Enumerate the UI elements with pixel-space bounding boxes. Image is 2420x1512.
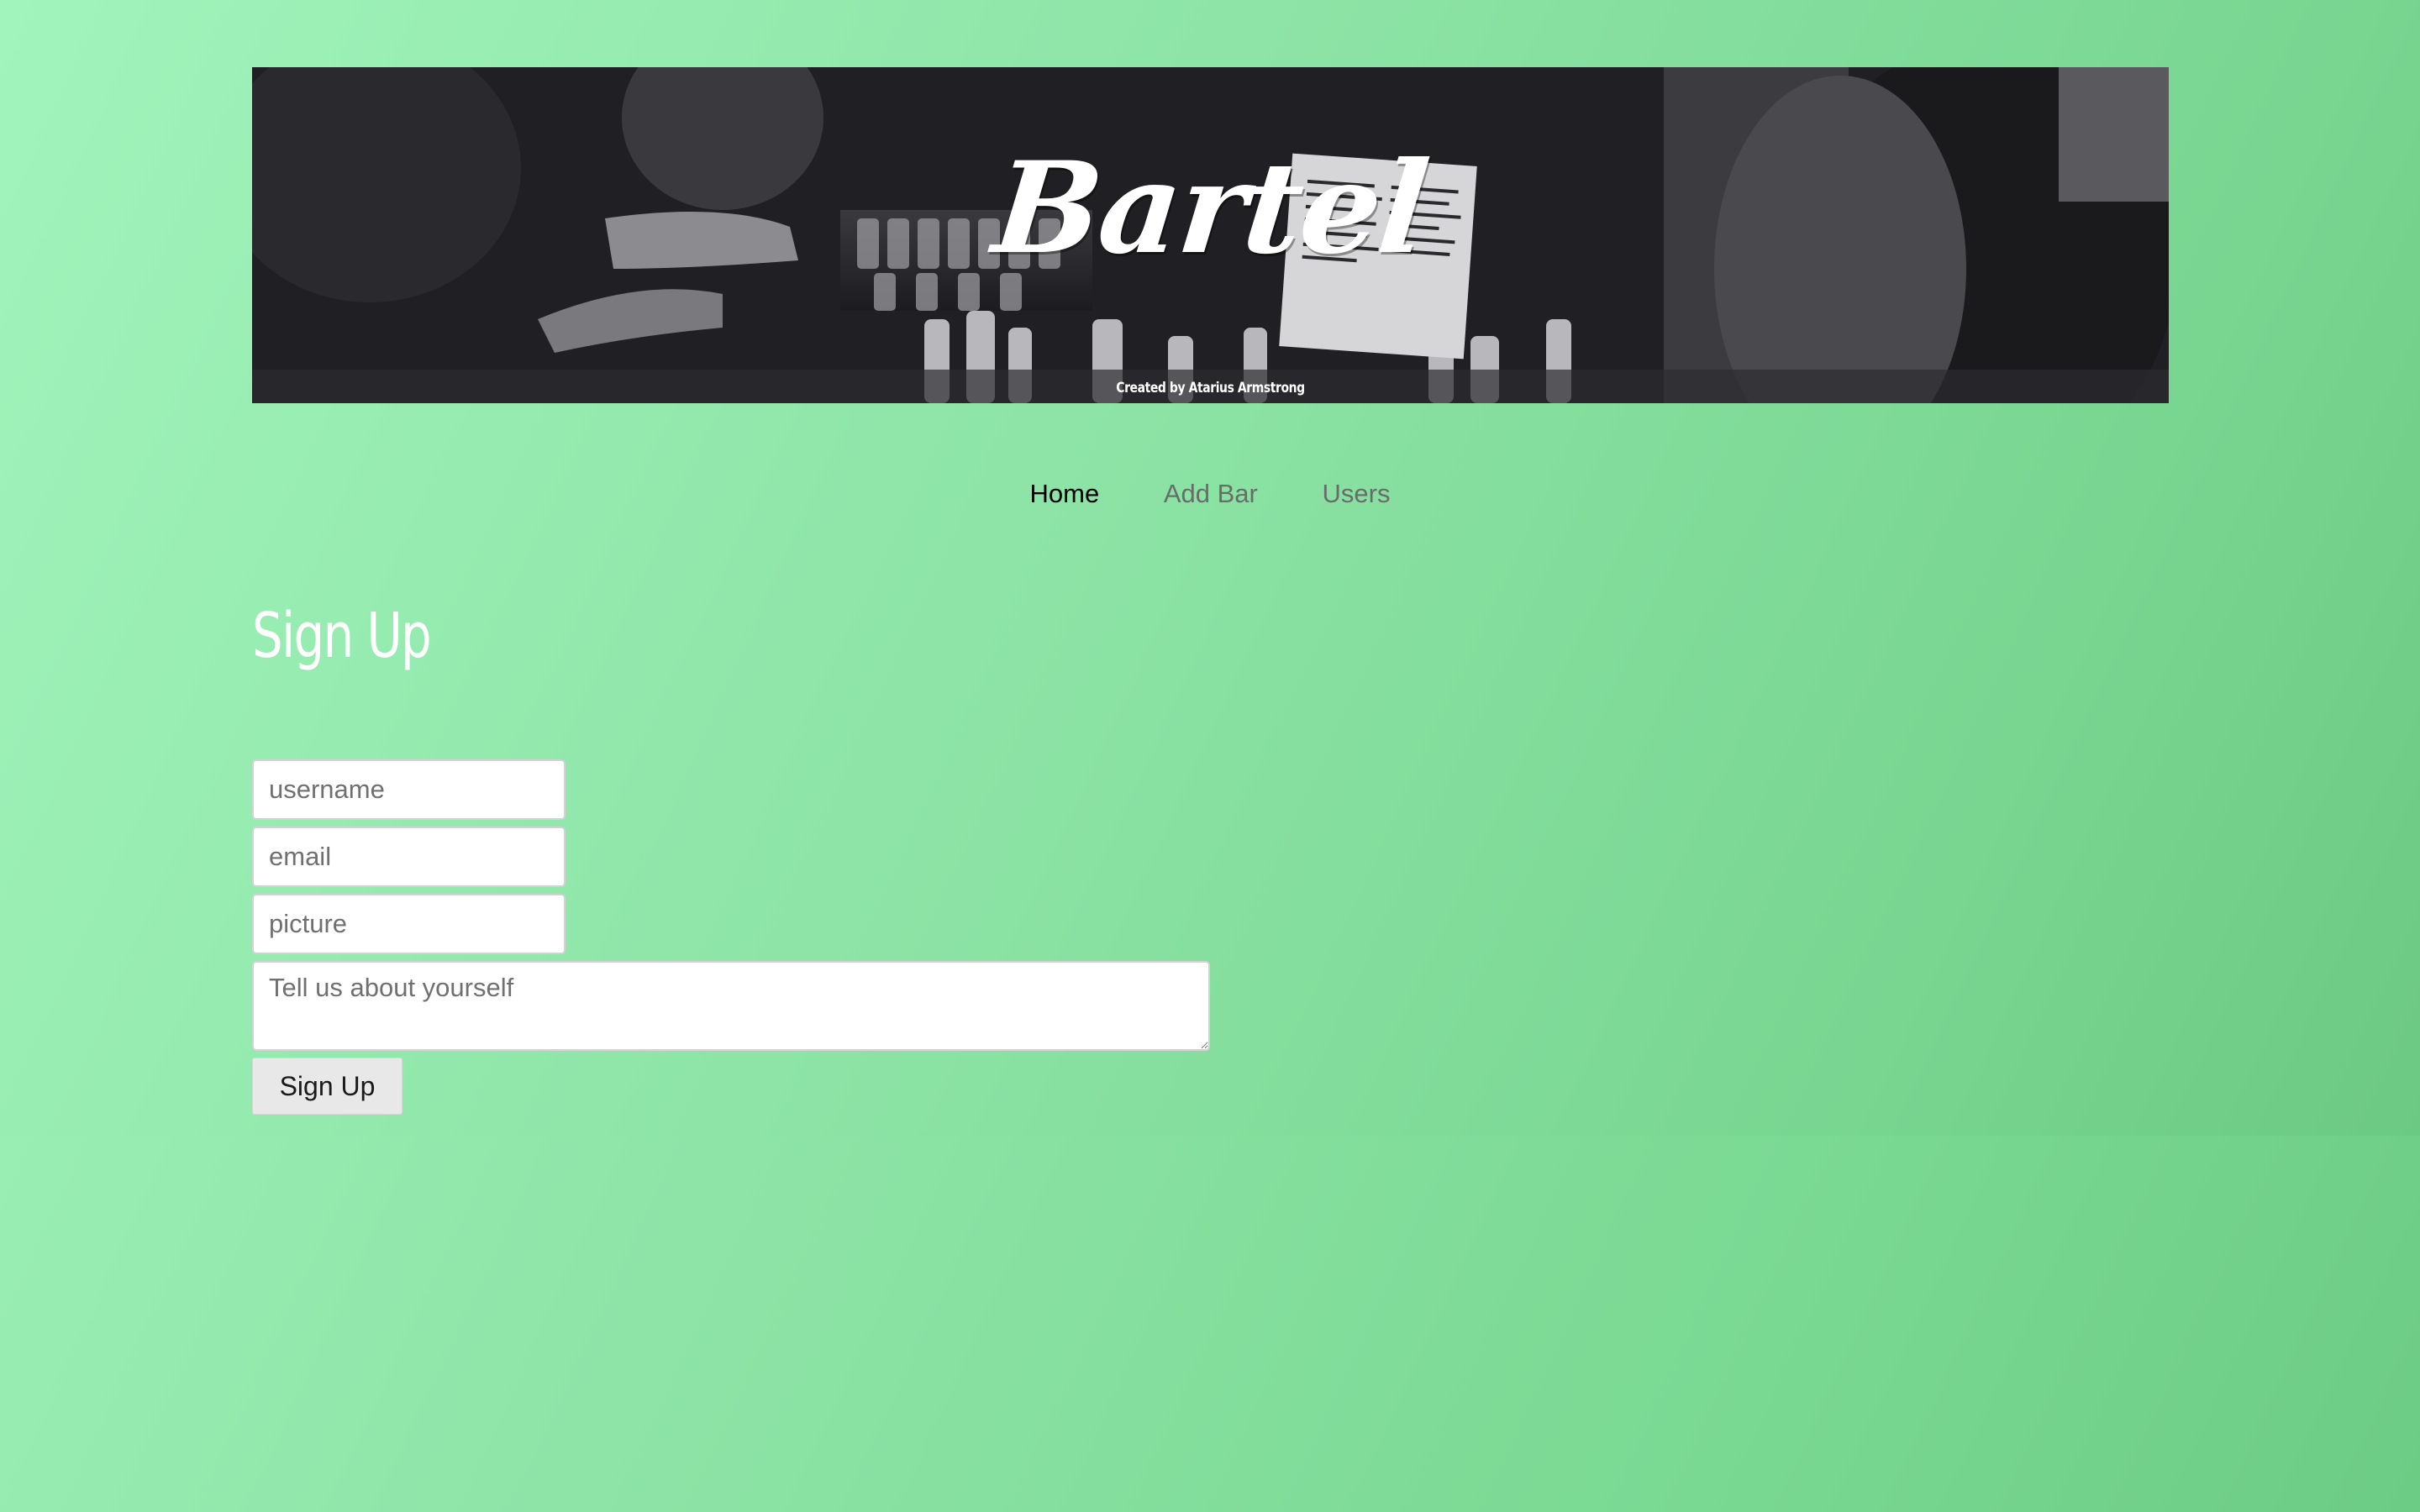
site-credit: Created by Atarius Armstrong bbox=[1116, 380, 1305, 396]
nav-home-link[interactable]: Home bbox=[1030, 479, 1100, 509]
signup-form: Sign Up bbox=[252, 759, 1210, 1115]
picture-input[interactable] bbox=[252, 894, 566, 954]
nav-add-bar-link[interactable]: Add Bar bbox=[1164, 479, 1258, 509]
bio-textarea[interactable] bbox=[252, 961, 1210, 1051]
main-nav: Home Add Bar Users bbox=[0, 479, 2420, 509]
header-banner: Bartel Created by Atarius Armstrong bbox=[252, 67, 2169, 403]
email-input[interactable] bbox=[252, 827, 566, 887]
page-title: Sign Up bbox=[252, 600, 432, 672]
nav-users-link[interactable]: Users bbox=[1323, 479, 1391, 509]
site-title: Bartel bbox=[986, 134, 1434, 282]
username-input[interactable] bbox=[252, 759, 566, 820]
sign-up-button[interactable]: Sign Up bbox=[252, 1058, 402, 1115]
